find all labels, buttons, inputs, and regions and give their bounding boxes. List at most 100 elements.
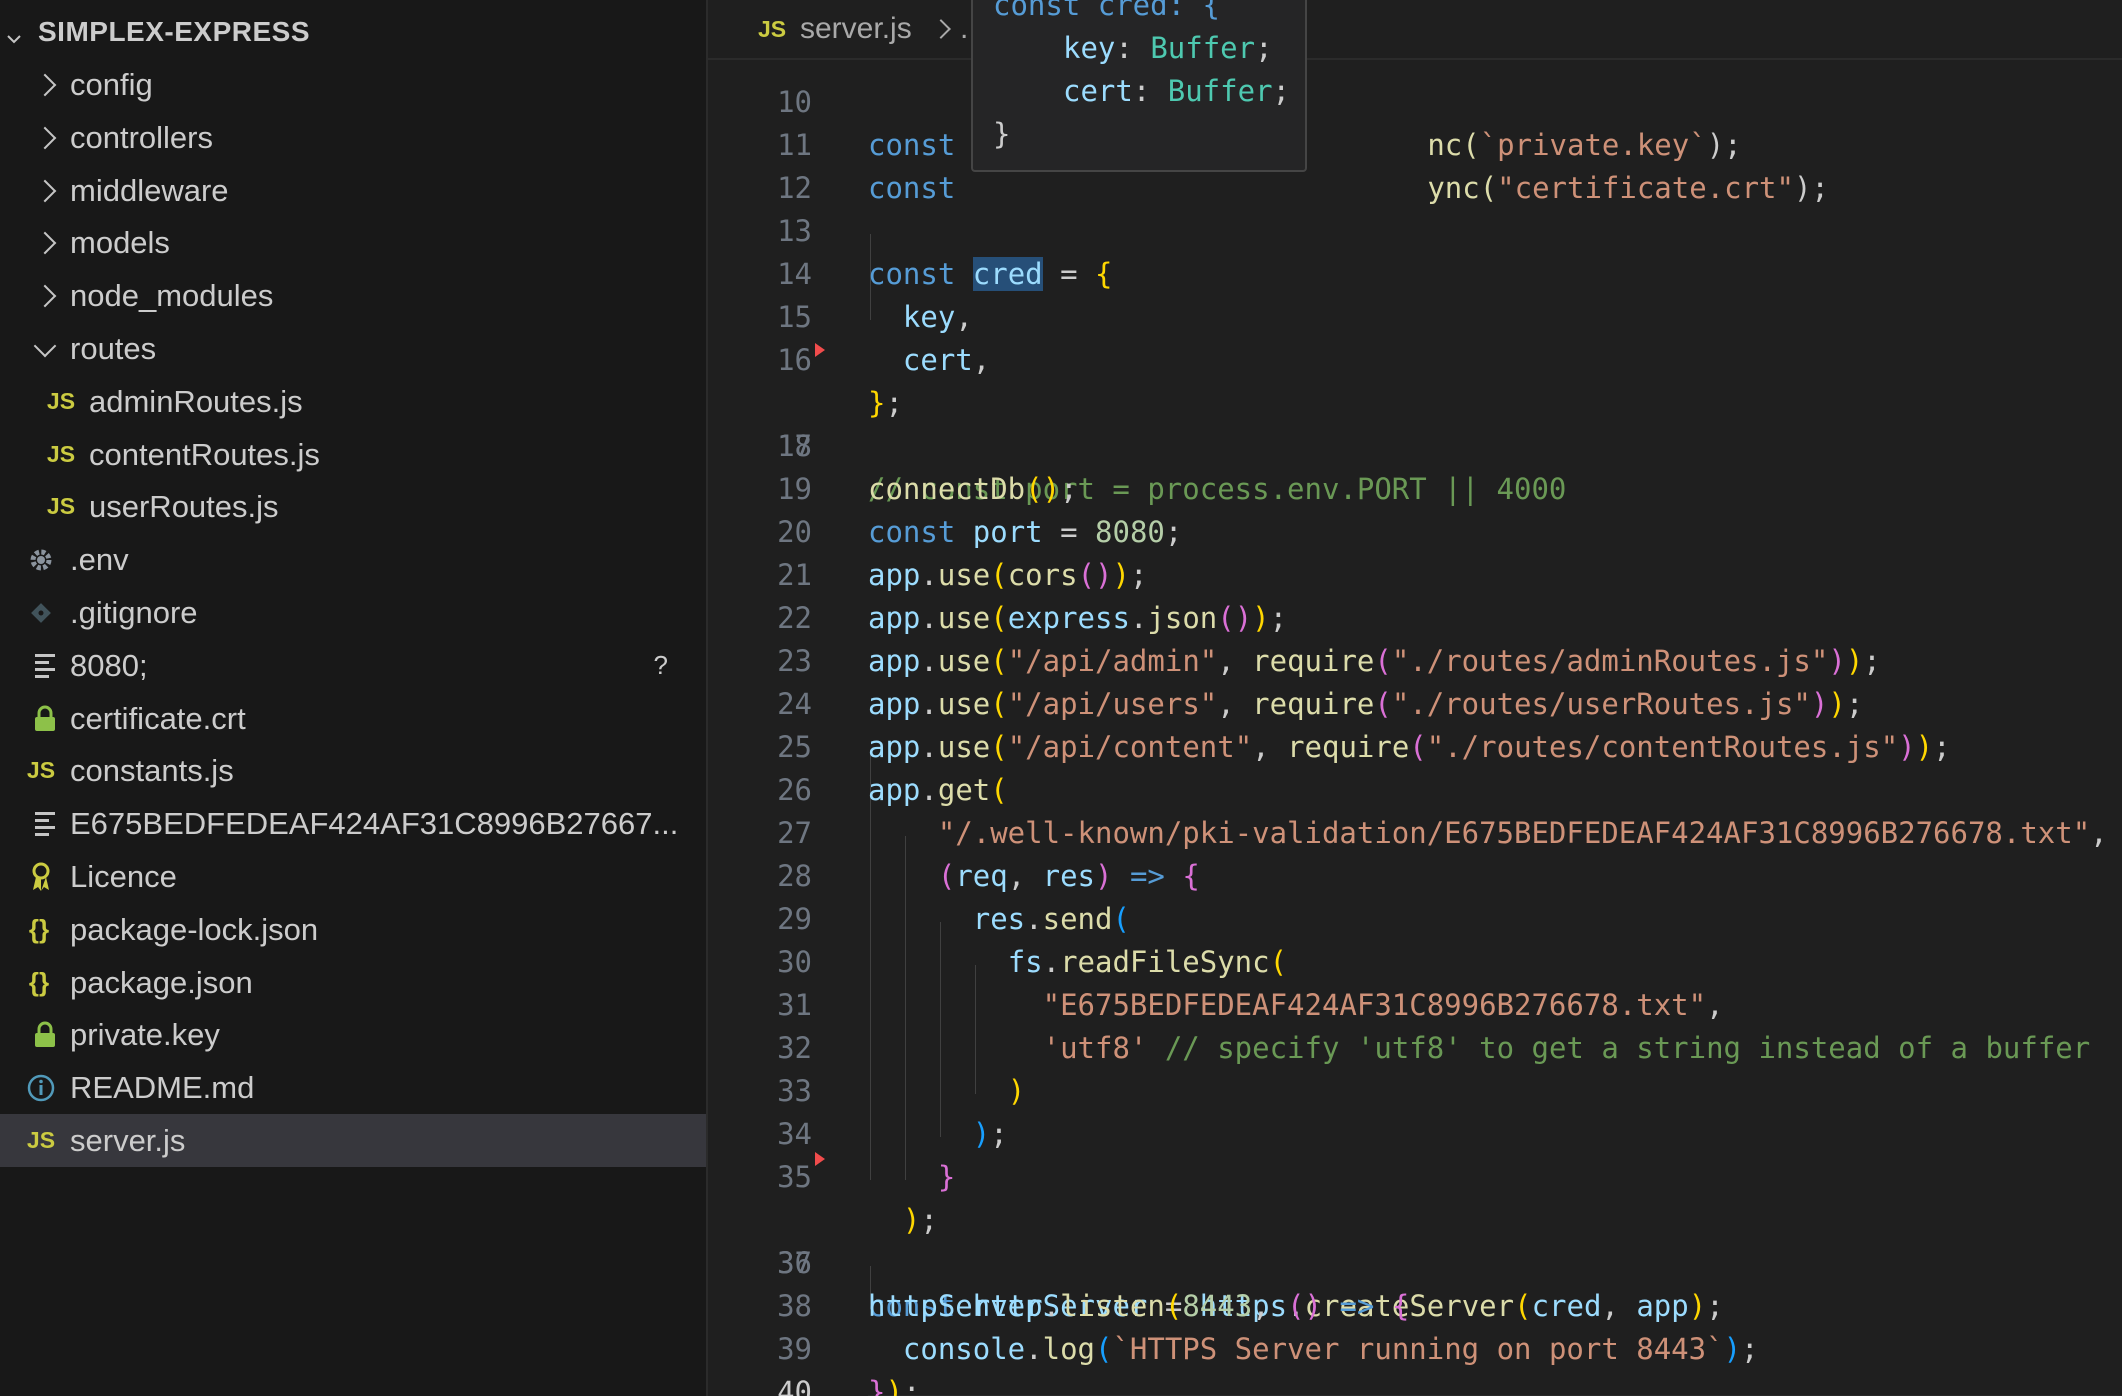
tree-file-readme[interactable]: README.md bbox=[0, 1061, 706, 1114]
line-number: 40 bbox=[777, 1375, 812, 1396]
tree-folder-routes[interactable]: routes bbox=[0, 322, 706, 375]
tree-item-label: models bbox=[70, 224, 170, 260]
code-line: 25 app.get( bbox=[708, 683, 2122, 807]
js-file-icon: JS bbox=[46, 441, 76, 467]
tree-folder-controllers[interactable]: controllers bbox=[0, 111, 706, 164]
chevron-right-icon bbox=[30, 176, 60, 206]
breadcrumb-symbol[interactable]: . bbox=[960, 12, 968, 46]
code-line: 33 ); bbox=[708, 1027, 2122, 1151]
tree-file-gitignore[interactable]: .gitignore bbox=[0, 586, 706, 639]
code-line: 16 }; bbox=[708, 296, 2122, 420]
tree-folder-config[interactable]: config bbox=[0, 58, 706, 111]
explorer-sidebar: SIMPLEX-EXPRESS config controllers middl… bbox=[0, 0, 708, 1396]
license-icon bbox=[26, 862, 56, 892]
code-line: 11 const ync("certificate.crt"); bbox=[708, 81, 2122, 205]
diff-marker bbox=[815, 1152, 825, 1166]
code-line: 29 fs.readFileSync( bbox=[708, 855, 2122, 979]
tree-file-userroutes[interactable]: JS userRoutes.js bbox=[0, 480, 706, 533]
tree-item-label: userRoutes.js bbox=[89, 488, 279, 524]
tree-file-package-lock[interactable]: {} package-lock.json bbox=[0, 903, 706, 956]
tree-file-contentroutes[interactable]: JS contentRoutes.js bbox=[0, 428, 706, 481]
tree-file-private-key[interactable]: private.key bbox=[0, 1008, 706, 1061]
tree-file-8080[interactable]: 8080; ? bbox=[0, 639, 706, 692]
tree-item-label: package.json bbox=[70, 964, 253, 1000]
code-line: 38 console.log(`HTTPS Server running on … bbox=[708, 1242, 2122, 1366]
js-file-icon: JS bbox=[46, 388, 76, 414]
tree-item-label: E675BEDFEDEAF424AF31C8996B27667... bbox=[70, 805, 679, 841]
tree-item-label: .env bbox=[70, 541, 129, 577]
tree-file-certificate[interactable]: certificate.crt bbox=[0, 692, 706, 745]
tree-folder-middleware[interactable]: middleware bbox=[0, 164, 706, 217]
tree-item-label: adminRoutes.js bbox=[89, 383, 303, 419]
code-line: 10 const nc(`private.key`); bbox=[708, 58, 2122, 162]
tree-file-server-js[interactable]: JS server.js bbox=[0, 1114, 706, 1167]
git-icon bbox=[26, 598, 56, 628]
tree-file-pki-txt[interactable]: E675BEDFEDEAF424AF31C8996B27667... bbox=[0, 797, 706, 850]
tree-item-label: certificate.crt bbox=[70, 700, 246, 736]
code-line: 37 httpServer.listen(8443, () => { bbox=[708, 1199, 2122, 1323]
tree-item-label: .gitignore bbox=[70, 594, 198, 630]
code-line: 30 "E675BEDFEDEAF424AF31C8996B276678.txt… bbox=[708, 898, 2122, 1022]
tree-item-label: routes bbox=[70, 330, 157, 366]
code-line: 28 res.send( bbox=[708, 812, 2122, 936]
chevron-right-icon bbox=[30, 281, 60, 311]
tree-item-label: 8080; bbox=[70, 647, 148, 683]
explorer-folder-header[interactable]: SIMPLEX-EXPRESS bbox=[0, 10, 706, 54]
tree-item-label: server.js bbox=[70, 1122, 186, 1158]
tree-file-constants[interactable]: JS constants.js bbox=[0, 744, 706, 797]
js-file-icon: JS bbox=[26, 1127, 56, 1153]
tree-item-label: middleware bbox=[70, 172, 229, 208]
json-icon: {} bbox=[28, 914, 50, 944]
code-line: 32 ) bbox=[708, 984, 2122, 1108]
tree-file-licence[interactable]: Licence bbox=[0, 850, 706, 903]
tree-file-package[interactable]: {} package.json bbox=[0, 956, 706, 1009]
tree-folder-models[interactable]: models bbox=[0, 216, 706, 269]
gear-icon bbox=[26, 545, 56, 575]
diff-marker bbox=[815, 343, 825, 357]
tree-folder-node-modules[interactable]: node_modules bbox=[0, 269, 706, 322]
code-line: 40 bbox=[708, 1328, 2122, 1396]
hover-tooltip: const cred: { key: Buffer; cert: Buffer;… bbox=[971, 0, 1307, 172]
code-line: 12 bbox=[708, 124, 2122, 205]
tree-file-env[interactable]: .env bbox=[0, 533, 706, 586]
code-line: 21 app.use(express.json()); bbox=[708, 511, 2122, 635]
chevron-right-icon bbox=[30, 123, 60, 153]
code-line: 39 }); bbox=[708, 1285, 2122, 1396]
chevron-right-icon bbox=[931, 19, 951, 39]
untracked-badge: ? bbox=[653, 650, 668, 680]
code-line: 18 connectDb(); bbox=[708, 382, 2122, 506]
code-line: 26 "/.well-known/pki-validation/E675BEDF… bbox=[708, 726, 2122, 850]
text-lines-icon bbox=[30, 809, 60, 839]
tree-item-label: Licence bbox=[70, 858, 177, 894]
chevron-right-icon bbox=[30, 70, 60, 100]
chevron-down-icon bbox=[6, 22, 22, 44]
code-line: 27 (req, res) => { bbox=[708, 769, 2122, 893]
js-file-icon: JS bbox=[26, 757, 56, 783]
info-icon bbox=[26, 1073, 56, 1103]
breadcrumb-file[interactable]: server.js bbox=[800, 12, 912, 46]
code-line: 22 app.use("/api/admin", require("./rout… bbox=[708, 554, 2122, 678]
code-line: 20 app.use(cors()); bbox=[708, 468, 2122, 592]
editor-pane: JS server.js . 10 const nc(`private.key`)… bbox=[708, 0, 2122, 1396]
code-area[interactable]: 10 const nc(`private.key`); 11 const ync("… bbox=[708, 58, 2122, 1396]
tree-item-label: private.key bbox=[70, 1016, 220, 1052]
tree-item-label: README.md bbox=[70, 1069, 255, 1105]
code-line: 34 } bbox=[708, 1070, 2122, 1194]
breadcrumb: JS server.js . bbox=[708, 0, 2122, 60]
code-line: 36 const httpServer = https.createServer… bbox=[708, 1152, 2122, 1323]
code-line: 19 const port = 8080; bbox=[708, 425, 2122, 549]
text-lines-icon bbox=[30, 651, 60, 681]
code-line: 15 cert, bbox=[708, 253, 2122, 377]
code-line: 31 'utf8' // specify 'utf8' to get a str… bbox=[708, 941, 2122, 1065]
code-line: 13 const cred = { bbox=[708, 167, 2122, 291]
code-line: 17 // const port = process.env.PORT || 4… bbox=[708, 339, 2122, 506]
json-icon: {} bbox=[28, 967, 50, 997]
tree-file-adminroutes[interactable]: JS adminRoutes.js bbox=[0, 375, 706, 428]
tree-item-label: contentRoutes.js bbox=[89, 436, 320, 472]
tree-item-label: node_modules bbox=[70, 277, 274, 313]
js-file-icon: JS bbox=[758, 15, 787, 42]
code-line: 24 app.use("/api/content", require("./ro… bbox=[708, 640, 2122, 764]
code-line: 35 ); bbox=[708, 1113, 2122, 1237]
tree-item-label: controllers bbox=[70, 119, 213, 155]
lock-icon bbox=[30, 704, 60, 734]
